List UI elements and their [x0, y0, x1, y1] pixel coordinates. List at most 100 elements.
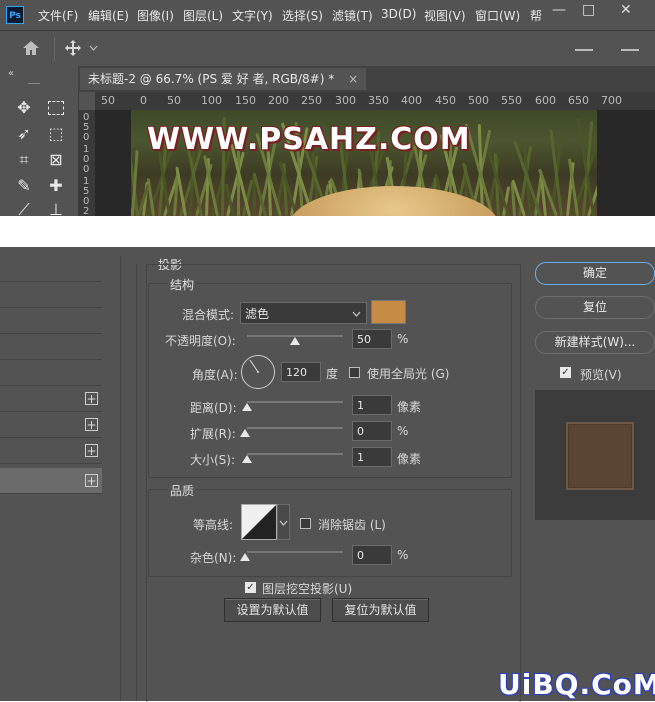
opacity-label: 不透明度(O): — [165, 334, 236, 348]
shadow-color-swatch[interactable] — [371, 300, 406, 324]
contour-dropdown[interactable] — [277, 504, 290, 540]
crop-tool-icon[interactable]: ⌗ — [14, 150, 34, 170]
style-list-row[interactable] — [0, 334, 102, 360]
distance-slider-thumb[interactable] — [242, 403, 252, 411]
panel-toggle-icon[interactable] — [575, 49, 593, 51]
size-input[interactable]: 1 — [352, 447, 392, 467]
menu-edit[interactable]: 编辑(E) — [88, 7, 129, 24]
ruler-tick: 200 — [268, 94, 289, 107]
healing-brush-icon[interactable]: ✚ — [46, 176, 66, 196]
reset-button[interactable]: 复位 — [535, 296, 655, 319]
angle-unit: 度 — [326, 367, 339, 381]
knockout-checkbox[interactable]: ✓ — [245, 582, 256, 593]
collapse-icon[interactable]: « — [8, 68, 14, 79]
spread-input[interactable]: 0 — [352, 421, 392, 441]
menu-help[interactable]: 帮 — [530, 7, 542, 24]
vertical-ruler: 0 5 0 1 0 0 1 5 0 2 — [78, 110, 95, 216]
menu-bar: Ps 文件(F) 编辑(E) 图像(I) 图层(L) 文字(Y) 选择(S) 滤… — [0, 0, 655, 30]
angle-label: 角度(A): — [192, 368, 238, 382]
menu-file[interactable]: 文件(F) — [38, 7, 78, 24]
document-tab[interactable]: 未标题-2 @ 66.7% (PS 爱 好 者, RGB/8#) * × — [80, 68, 367, 90]
ruler-tick: 550 — [501, 94, 522, 107]
style-list-row[interactable]: + — [0, 438, 102, 464]
menu-window[interactable]: 窗口(W) — [475, 7, 520, 24]
style-list-row[interactable] — [0, 360, 102, 386]
frame-tool-icon[interactable]: ⊠ — [46, 150, 66, 170]
noise-slider-thumb[interactable] — [240, 553, 250, 561]
panel-toggle-icon[interactable] — [621, 49, 639, 51]
style-list-row[interactable] — [0, 282, 102, 308]
opacity-slider-thumb[interactable] — [290, 337, 300, 345]
maximize-icon[interactable]: □ — [582, 2, 595, 18]
style-list-row[interactable]: + — [0, 412, 102, 438]
global-light-checkbox[interactable] — [349, 367, 360, 378]
ruler-tick: 650 — [568, 94, 589, 107]
size-slider[interactable] — [247, 453, 343, 455]
brush-tool-icon[interactable]: ⟋ — [14, 200, 34, 216]
distance-input[interactable]: 1 — [352, 395, 392, 415]
add-effect-icon[interactable]: + — [85, 474, 98, 487]
style-list-row-selected[interactable]: + — [0, 468, 102, 494]
lasso-tool-icon[interactable]: ➶ — [14, 124, 34, 144]
ruler-tick: 250 — [301, 94, 322, 107]
site-watermark-text: UiBQ.CoM — [498, 668, 655, 701]
chevron-down-icon[interactable] — [89, 45, 98, 51]
reset-default-button[interactable]: 复位为默认值 — [332, 598, 429, 622]
stamp-tool-icon[interactable]: ⊥ — [46, 200, 66, 216]
angle-dial-icon[interactable] — [240, 354, 276, 390]
ruler-tick: 0 — [140, 94, 147, 107]
spread-slider[interactable] — [247, 427, 343, 429]
marquee-tool-icon[interactable] — [48, 101, 64, 115]
noise-slider[interactable] — [247, 551, 343, 553]
style-list-row[interactable]: + — [0, 386, 102, 412]
eyedropper-icon[interactable]: ✎ — [14, 176, 34, 196]
quick-select-icon[interactable]: ⬚ — [46, 124, 66, 144]
opacity-unit: % — [397, 332, 409, 346]
menu-3d[interactable]: 3D(D) — [381, 7, 416, 21]
anti-alias-checkbox[interactable] — [300, 518, 311, 529]
document-canvas[interactable]: WWW.PSAHZ.COM — [131, 110, 597, 216]
menu-type[interactable]: 文字(Y) — [232, 7, 273, 24]
noise-unit: % — [397, 548, 409, 562]
blend-mode-label: 混合模式: — [182, 308, 235, 322]
move-tool-icon[interactable] — [64, 39, 82, 57]
menu-image[interactable]: 图像(I) — [137, 7, 174, 24]
global-light-label: 使用全局光 (G) — [367, 367, 450, 381]
opacity-input[interactable]: 50 — [352, 329, 392, 349]
blend-mode-select[interactable]: 滤色 — [240, 302, 367, 324]
distance-slider[interactable] — [247, 401, 343, 403]
toolbox: « ✥ ➶ ⬚ ⌗ ⊠ ✎ ✚ ⟋ ⊥ — [0, 66, 79, 216]
home-icon[interactable] — [22, 40, 40, 56]
style-list-row[interactable] — [0, 308, 102, 334]
spread-label: 扩展(R): — [190, 427, 236, 441]
ok-button[interactable]: 确定 — [535, 262, 655, 285]
style-list-row[interactable] — [0, 256, 102, 282]
options-bar — [0, 30, 655, 67]
add-effect-icon[interactable]: + — [85, 444, 98, 457]
move-tool-icon[interactable]: ✥ — [14, 98, 34, 118]
size-slider-thumb[interactable] — [242, 455, 252, 463]
angle-input[interactable]: 120 — [281, 362, 321, 382]
noise-input[interactable]: 0 — [352, 545, 392, 565]
tab-close-icon[interactable]: × — [348, 72, 358, 86]
photoshop-logo-icon: Ps — [6, 6, 24, 24]
menu-layer[interactable]: 图层(L) — [183, 7, 223, 24]
style-list: + + + + — [0, 256, 118, 701]
new-style-button[interactable]: 新建样式(W)... — [535, 331, 655, 354]
add-effect-icon[interactable]: + — [85, 392, 98, 405]
menu-filter[interactable]: 滤镜(T) — [332, 7, 373, 24]
preview-checkbox[interactable]: ✓ — [560, 367, 571, 378]
blend-mode-value: 滤色 — [245, 307, 270, 321]
menu-select[interactable]: 选择(S) — [282, 7, 323, 24]
minimize-icon[interactable]: — — [552, 2, 566, 18]
ruler-tick: 400 — [401, 94, 422, 107]
contour-preview-icon[interactable] — [241, 504, 277, 540]
ruler-tick: 2 — [83, 206, 90, 216]
set-default-button[interactable]: 设置为默认值 — [224, 598, 321, 622]
toolbox-grip — [28, 83, 40, 84]
menu-view[interactable]: 视图(V) — [424, 7, 466, 24]
spread-slider-thumb[interactable] — [240, 429, 250, 437]
chevron-down-icon — [279, 520, 288, 526]
close-icon[interactable]: ✕ — [620, 2, 632, 18]
add-effect-icon[interactable]: + — [85, 418, 98, 431]
